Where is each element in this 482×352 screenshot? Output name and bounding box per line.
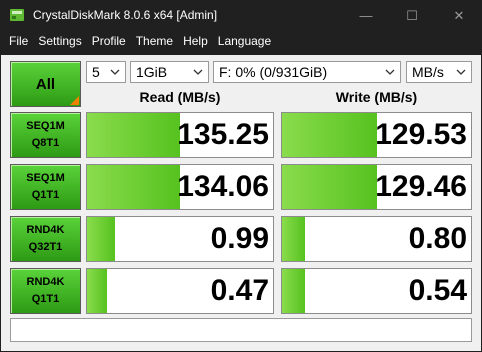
- corner-marker: [70, 96, 79, 105]
- minimize-button[interactable]: —: [343, 0, 389, 31]
- menu-help[interactable]: Help: [178, 31, 213, 51]
- app-window: CrystalDiskMark 8.0.6 x64 [Admin] — ☐ ✕ …: [0, 0, 482, 352]
- test-size-select[interactable]: 1GiB: [130, 61, 209, 83]
- menu-file[interactable]: File: [4, 31, 33, 51]
- read-speed-value: 134.06: [177, 170, 269, 203]
- maximize-icon: ☐: [406, 7, 418, 23]
- read-speed-bar: [87, 269, 108, 313]
- test-label-line1: RND4K: [26, 276, 65, 288]
- test-count-value: 5: [92, 64, 100, 80]
- test-label-line2: Q8T1: [31, 137, 60, 149]
- test-label-line1: SEQ1M: [26, 172, 65, 184]
- write-speed-value: 0.80: [408, 222, 467, 255]
- rnd4k-q32t1-write-result: 0.80: [281, 216, 472, 262]
- drive-value: F: 0% (0/931GiB): [219, 64, 328, 80]
- chevron-down-icon: [455, 62, 467, 82]
- write-column-header: Write (MB/s): [335, 89, 418, 105]
- seq1m-q1t1-read-result: 134.06: [86, 164, 274, 210]
- read-speed-bar: [87, 217, 115, 261]
- menu-bar: File Settings Profile Theme Help Languag…: [0, 31, 482, 51]
- close-button[interactable]: ✕: [436, 0, 482, 31]
- test-label-line1: SEQ1M: [26, 120, 65, 132]
- rnd4k-q1t1-button[interactable]: RND4K Q1T1: [10, 268, 81, 314]
- drive-select[interactable]: F: 0% (0/931GiB): [213, 61, 401, 83]
- menu-profile[interactable]: Profile: [87, 31, 131, 51]
- run-all-button[interactable]: All: [10, 61, 81, 107]
- menu-language[interactable]: Language: [213, 31, 276, 51]
- test-label-line1: RND4K: [26, 224, 65, 236]
- unit-value: MB/s: [412, 64, 444, 80]
- rnd4k-q1t1-write-result: 0.54: [281, 268, 472, 314]
- write-speed-value: 129.53: [375, 118, 467, 151]
- test-size-value: 1GiB: [136, 64, 168, 80]
- read-speed-value: 135.25: [177, 118, 269, 151]
- write-speed-bar: [282, 113, 377, 157]
- close-icon: ✕: [453, 7, 465, 23]
- test-label-line2: Q32T1: [28, 241, 63, 253]
- seq1m-q1t1-write-result: 129.46: [281, 164, 472, 210]
- chevron-down-icon: [384, 62, 396, 82]
- seq1m-q8t1-write-result: 129.53: [281, 112, 472, 158]
- minimize-icon: —: [359, 8, 373, 23]
- comment-field[interactable]: [10, 318, 472, 342]
- test-label-line2: Q1T1: [31, 189, 60, 201]
- unit-select[interactable]: MB/s: [406, 61, 472, 83]
- rnd4k-q32t1-read-result: 0.99: [86, 216, 274, 262]
- run-all-label: All: [35, 75, 56, 93]
- rnd4k-q32t1-button[interactable]: RND4K Q32T1: [10, 216, 81, 262]
- read-speed-bar: [87, 165, 180, 209]
- write-speed-bar: [282, 217, 305, 261]
- test-label-line2: Q1T1: [31, 293, 60, 305]
- menu-theme[interactable]: Theme: [131, 31, 178, 51]
- chevron-down-icon: [109, 62, 121, 82]
- seq1m-q8t1-read-result: 135.25: [86, 112, 274, 158]
- window-title: CrystalDiskMark 8.0.6 x64 [Admin]: [33, 8, 218, 22]
- app-icon: [10, 9, 24, 21]
- menu-settings[interactable]: Settings: [33, 31, 86, 51]
- read-speed-bar: [87, 113, 180, 157]
- rnd4k-q1t1-read-result: 0.47: [86, 268, 274, 314]
- read-column-header: Read (MB/s): [139, 89, 221, 105]
- seq1m-q1t1-button[interactable]: SEQ1M Q1T1: [10, 164, 81, 210]
- test-count-select[interactable]: 5: [86, 61, 126, 83]
- write-speed-bar: [282, 165, 377, 209]
- chevron-down-icon: [192, 62, 204, 82]
- write-speed-bar: [282, 269, 305, 313]
- maximize-button[interactable]: ☐: [389, 0, 435, 31]
- write-speed-value: 129.46: [375, 170, 467, 203]
- read-speed-value: 0.47: [210, 274, 269, 307]
- title-bar[interactable]: CrystalDiskMark 8.0.6 x64 [Admin] — ☐ ✕: [0, 0, 482, 31]
- write-speed-value: 0.54: [408, 274, 467, 307]
- read-speed-value: 0.99: [210, 222, 269, 255]
- seq1m-q8t1-button[interactable]: SEQ1M Q8T1: [10, 112, 81, 158]
